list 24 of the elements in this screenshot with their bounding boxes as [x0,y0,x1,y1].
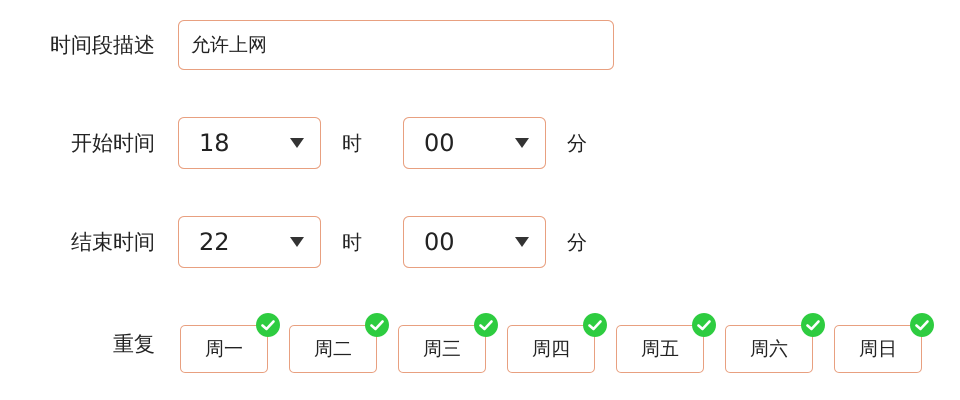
unit-label: 时 [341,130,363,156]
dropdown[interactable]: 18 [178,117,321,169]
unit-label: 时 [341,228,363,256]
caret-icon [290,237,304,247]
field-label: 开始时间 [71,130,155,157]
caret-icon [515,138,529,148]
unit-label: 分 [566,228,588,256]
dropdown[interactable]: 00 [403,216,546,268]
unit-label: 分 [566,130,588,156]
dropdown[interactable]: 00 [403,117,546,169]
day-toggle[interactable]: 周二 [289,325,377,373]
input-field[interactable]: 允许上网 [178,20,614,70]
caret-icon [290,138,304,148]
dropdown[interactable]: 22 [178,216,321,268]
field-label: 时间段描述 [50,32,155,59]
day-toggle[interactable]: 周三 [398,325,486,373]
day-toggle[interactable]: 周六 [725,325,813,373]
field-label: 重复 [113,331,155,358]
day-toggle[interactable]: 周四 [507,325,595,373]
day-toggle[interactable]: 周日 [834,325,922,373]
caret-icon [515,237,529,247]
day-toggle[interactable]: 周五 [616,325,704,373]
day-toggle[interactable]: 周一 [180,325,268,373]
field-label: 结束时间 [71,229,155,256]
